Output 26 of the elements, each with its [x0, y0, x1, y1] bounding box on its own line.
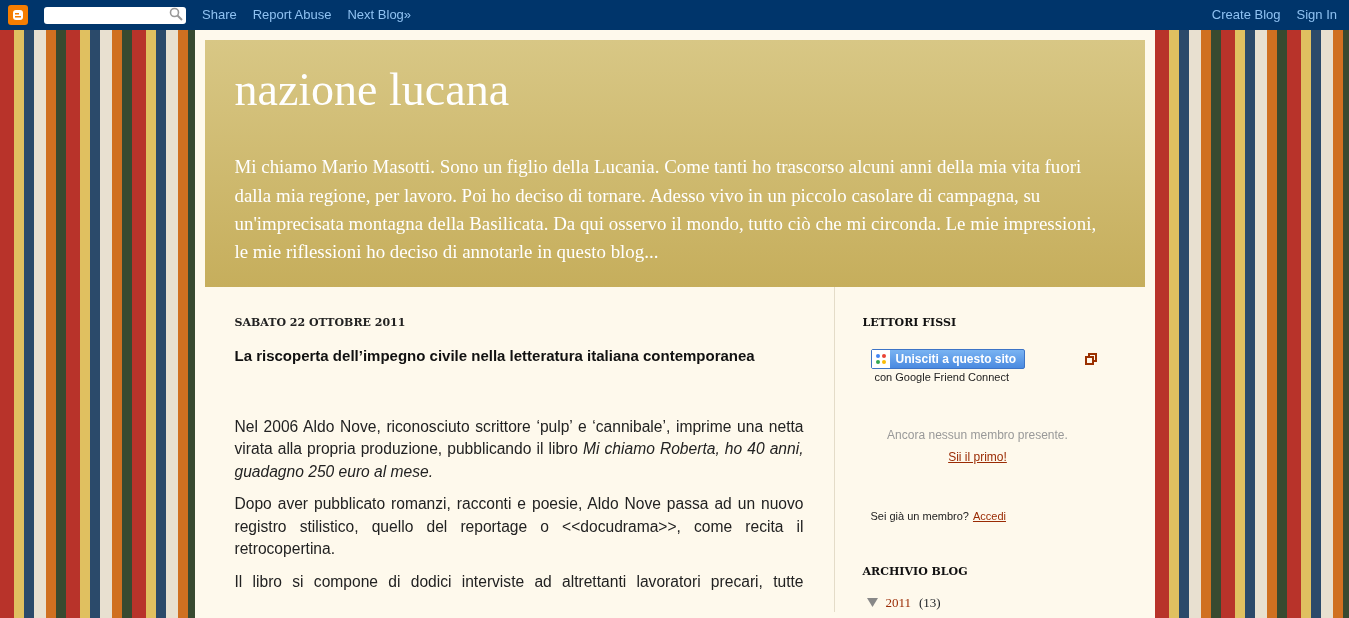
widget-heading: ARCHIVIO BLOG	[862, 564, 969, 581]
member-question: Sei già un membro?	[870, 508, 969, 524]
post-paragraph: Dopo aver pubblicato romanzi, racconti e poesie, Aldo Nove passa ad un nuovo registro stilistico, quello del reportage o <<docudrama>>, come recita il retrocopertina.	[234, 494, 804, 560]
search-icon[interactable]	[169, 7, 183, 22]
post-title[interactable]: La riscoperta dell’impegno civile nella letteratura italiana contemporanea	[234, 345, 804, 368]
post-date: SABATO 22 OTTOBRE 2011	[234, 314, 407, 331]
nav-link[interactable]: Report Abuse	[252, 5, 332, 25]
empty-members-text: Ancora nessun membro presente.	[886, 426, 1069, 444]
blogger-logo-icon[interactable]	[8, 5, 28, 25]
search-field[interactable]	[44, 6, 186, 24]
toggle-icon[interactable]	[866, 596, 878, 608]
post-paragraph: Il libro si compone di dodici interviste ad altrettanti lavoratori precari, tutte	[234, 571, 804, 592]
be-first-link[interactable]: Sii il primo!	[948, 449, 1007, 464]
archive-year-link[interactable]: 2011	[885, 592, 912, 613]
post-paragraph: Nel 2006 Aldo Nove, riconosciuto scrittore ‘pulp’ e ‘cannibale’, imprime una netta virata alla propria produzione, pubblicando il libro Mi chiamo Roberta, ho 40 anni, guadagno 250 euro al mese.	[234, 416, 804, 482]
nav-link[interactable]: Create Blog	[1211, 5, 1281, 25]
google-logo-icon	[871, 350, 890, 369]
archive-count: (13)	[919, 593, 941, 612]
widget-heading: LETTORI FISSI	[862, 314, 958, 331]
nav-link[interactable]: Sign In	[1296, 5, 1337, 25]
blog-description: Mi chiamo Mario Masotti. Sono un figlio della Lucania. Come tanti ho trascorso alcuni anni della mia vita fuori dalla mia regione, per lavoro. Poi ho deciso di tornare. Adesso vivo in un piccolo casolare di campagna, su un'imprecisata montagna della Basilicata. Da qui osservo il mondo, tutto ciò che mi circonda. Le mie impressioni, le mie riflessioni ho deciso di annotarle in questo blog...	[234, 155, 1098, 265]
popout-icon[interactable]	[1084, 352, 1097, 365]
join-caption: con Google Friend Connect	[874, 370, 1011, 386]
nav-link[interactable]: Share	[202, 5, 237, 25]
member-login-link[interactable]: Accedi	[972, 507, 1006, 525]
nav-link[interactable]: Next Blog»	[347, 5, 412, 25]
